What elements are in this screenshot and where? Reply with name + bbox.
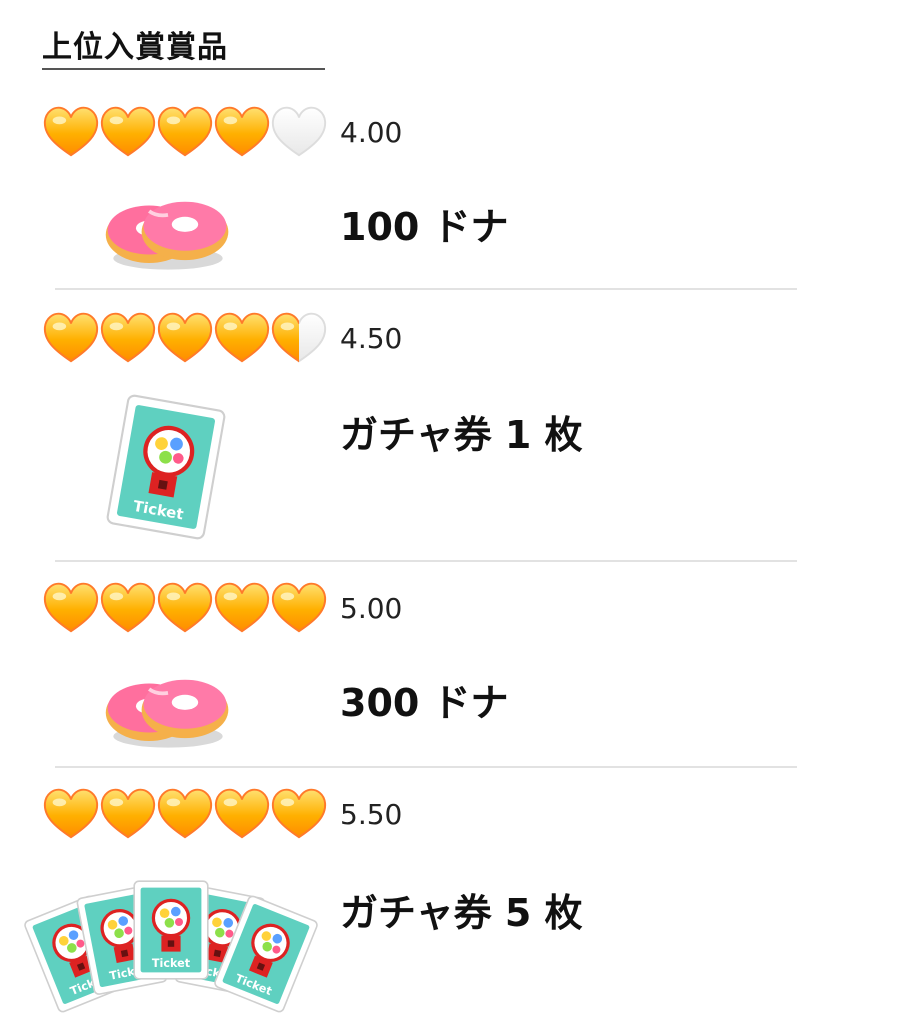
heart-full-icon — [42, 104, 100, 160]
heart-full-icon — [156, 310, 214, 366]
heart-full-icon — [99, 104, 157, 160]
heart-full-icon — [42, 580, 100, 636]
donut-icon — [102, 182, 234, 278]
heart-full-icon — [99, 580, 157, 636]
tier-divider — [55, 288, 797, 290]
heart-full-icon — [213, 786, 271, 842]
heart-rating — [42, 786, 327, 842]
tier-divider — [55, 766, 797, 768]
section-title: 上位入賞賞品 — [42, 30, 228, 65]
heart-full-icon — [42, 786, 100, 842]
donut-icon — [102, 660, 234, 756]
heart-full-icon — [156, 104, 214, 160]
heart-full-icon — [270, 786, 328, 842]
score-value: 5.50 — [340, 798, 403, 831]
heart-full-icon — [213, 580, 271, 636]
heart-full-icon — [42, 310, 100, 366]
heart-empty-icon — [270, 104, 328, 160]
heart-full-icon — [270, 580, 328, 636]
score-value: 4.50 — [340, 322, 403, 355]
prize-label: 100 ドナ — [340, 205, 509, 249]
gacha-ticket-icon — [101, 390, 231, 545]
ticket-card — [131, 878, 211, 982]
prize-label: ガチャ券 1 枚 — [340, 413, 583, 457]
gacha-ticket-fan-icon — [36, 878, 306, 1024]
tier-divider — [55, 560, 797, 562]
heart-full-icon — [99, 786, 157, 842]
heart-full-icon — [213, 104, 271, 160]
title-divider — [42, 68, 325, 70]
heart-rating — [42, 580, 327, 636]
heart-full-icon — [156, 580, 214, 636]
score-value: 4.00 — [340, 116, 403, 149]
heart-full-icon — [213, 310, 271, 366]
score-value: 5.00 — [340, 592, 403, 625]
heart-rating — [42, 104, 327, 160]
heart-full-icon — [99, 310, 157, 366]
prize-label: ガチャ券 5 枚 — [340, 891, 583, 935]
heart-rating — [42, 310, 327, 366]
prize-label: 300 ドナ — [340, 681, 509, 725]
heart-full-icon — [156, 786, 214, 842]
heart-half-icon — [270, 310, 328, 366]
